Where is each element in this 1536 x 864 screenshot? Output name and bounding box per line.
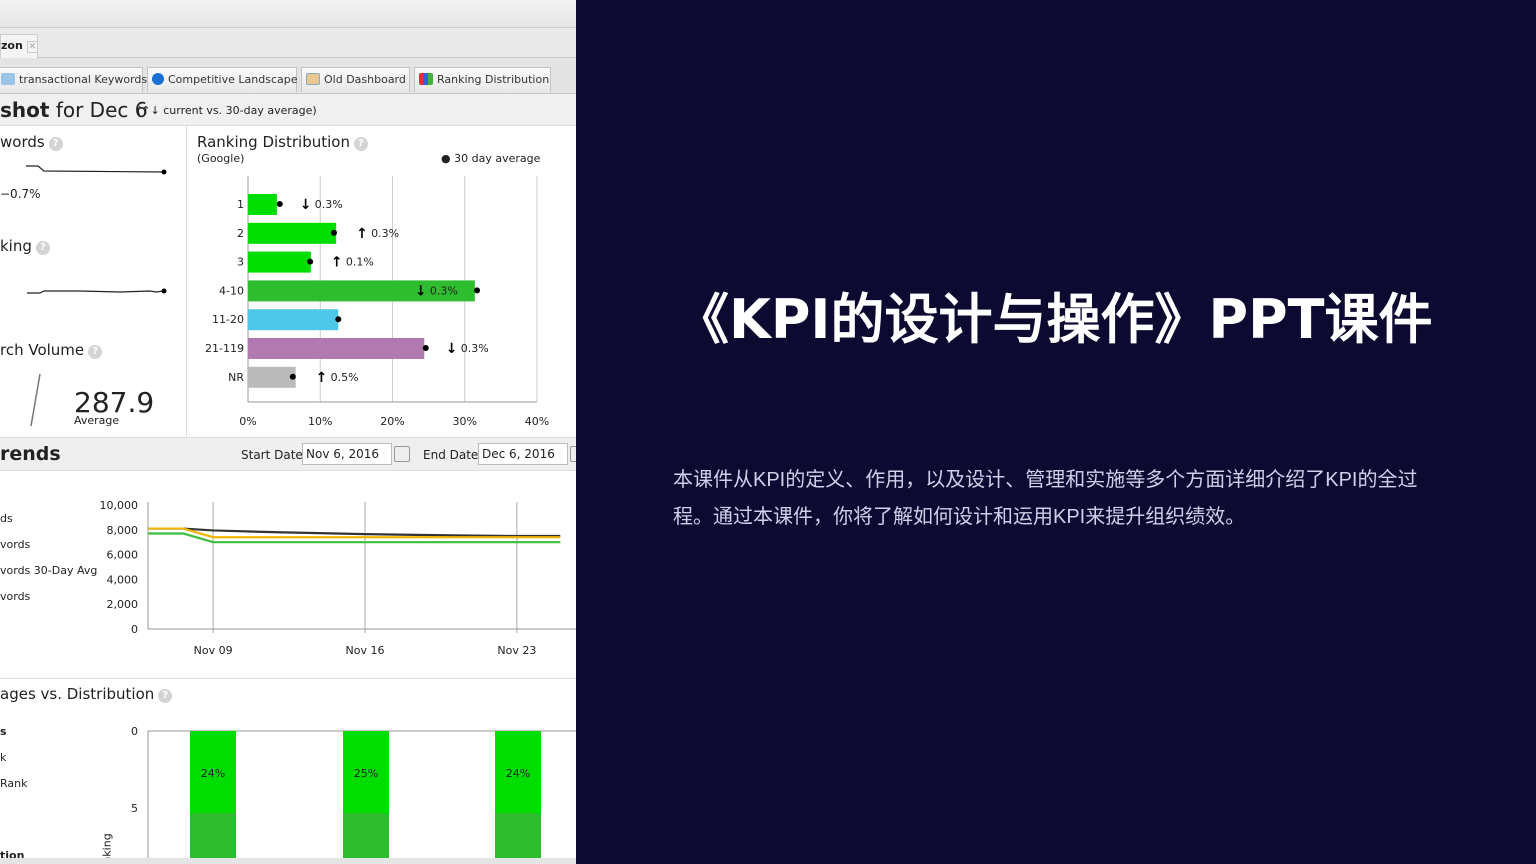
y-tick-label: 2,000 [107, 598, 139, 611]
change-label: 0.3% [371, 227, 399, 240]
divider [0, 678, 576, 679]
arrow-up-icon: ↑ [356, 226, 368, 242]
dashboard-screenshot: zon ✕ transactional Keywords Competitive… [0, 0, 576, 864]
y-tick-label: 1 [237, 198, 244, 211]
average-dot [474, 287, 481, 294]
y-tick-label: 8,000 [107, 524, 139, 537]
x-tick-label: 0% [239, 415, 256, 428]
series-line [148, 527, 561, 538]
help-icon[interactable]: ? [158, 689, 173, 703]
bar-segment [190, 813, 236, 864]
y-tick-label: 11-20 [212, 313, 244, 326]
slide-description: 本课件从KPI的定义、作用，以及设计、管理和实施等多个方面详细介绍了KPI的全过… [673, 469, 1418, 528]
bottom-edge [0, 858, 576, 864]
change-label: 0.1% [346, 256, 374, 269]
change-label: 0.3% [430, 284, 458, 297]
bar-label: 25% [354, 767, 378, 780]
x-tick-label: 20% [380, 415, 404, 428]
y-tick-label: NR [228, 371, 244, 384]
bar [248, 338, 425, 359]
y-tick-label: 21-119 [205, 342, 244, 355]
bar-label: 24% [201, 767, 225, 780]
trends-title: rends [0, 443, 61, 465]
average-dot [289, 373, 296, 380]
arrow-up-icon: ↑ [331, 255, 343, 271]
bar [248, 222, 337, 244]
average-dot [330, 229, 337, 236]
y-tick-label: 2 [237, 227, 244, 240]
change-label: 0.5% [331, 371, 359, 384]
average-dot [335, 316, 342, 323]
bar [248, 194, 277, 215]
calendar-icon[interactable] [394, 446, 410, 462]
bar-segment [495, 813, 541, 864]
x-tick-label: Nov 23 [497, 644, 536, 657]
y-tick-label: 5 [131, 802, 138, 815]
y-tick-label: 6,000 [107, 549, 139, 562]
average-dot [422, 345, 429, 351]
arrow-down-icon: ↓ [300, 197, 312, 213]
x-tick-label: 40% [525, 415, 549, 428]
x-tick-label: Nov 16 [346, 644, 385, 657]
ranking-distribution-chart: 0% 10% 20% 30% 40%1 ↓ 0.3%2 ↑ 0.3%3 ↑ 0.1%4-10 ↓ 0.3… [205, 176, 549, 428]
x-tick-label: 10% [308, 415, 332, 428]
bar-segment [343, 813, 389, 864]
y-tick-label: 4,000 [107, 573, 139, 586]
change-label: 0.3% [461, 342, 489, 355]
y-tick-label: 10,000 [100, 499, 139, 512]
y-tick-label: 0 [131, 623, 138, 636]
arrow-down-icon: ↓ [415, 283, 427, 299]
trends-line-chart: 0 2,000 4,000 6,000 8,000 10,000 Nov 09 Nov 16 N… [100, 499, 576, 657]
pages-title: ages vs. Distribution [0, 685, 155, 703]
bar [248, 366, 296, 388]
y-tick-label: 4-10 [219, 284, 244, 297]
arrow-up-icon: ↑ [316, 370, 328, 386]
start-date-input[interactable]: Nov 6, 2016 [302, 443, 392, 465]
average-dot [307, 258, 314, 265]
slide-title: 《KPI的设计与操作》PPT课件 [675, 288, 1433, 351]
pages-distribution-chart: 0 5 24% 25% 24% [131, 725, 576, 864]
x-tick-label: Nov 09 [194, 644, 233, 657]
y-tick-label: 0 [131, 725, 138, 738]
bar [248, 309, 339, 331]
end-date-input[interactable]: Dec 6, 2016 [478, 443, 568, 465]
y-tick-label: 3 [237, 256, 244, 269]
change-label: 0.3% [315, 198, 343, 211]
bar-label: 24% [506, 767, 530, 780]
average-dot [276, 201, 283, 207]
calendar-icon[interactable] [570, 446, 576, 462]
x-tick-label: 30% [453, 415, 477, 428]
arrow-down-icon: ↓ [446, 341, 458, 357]
bar [248, 251, 311, 273]
